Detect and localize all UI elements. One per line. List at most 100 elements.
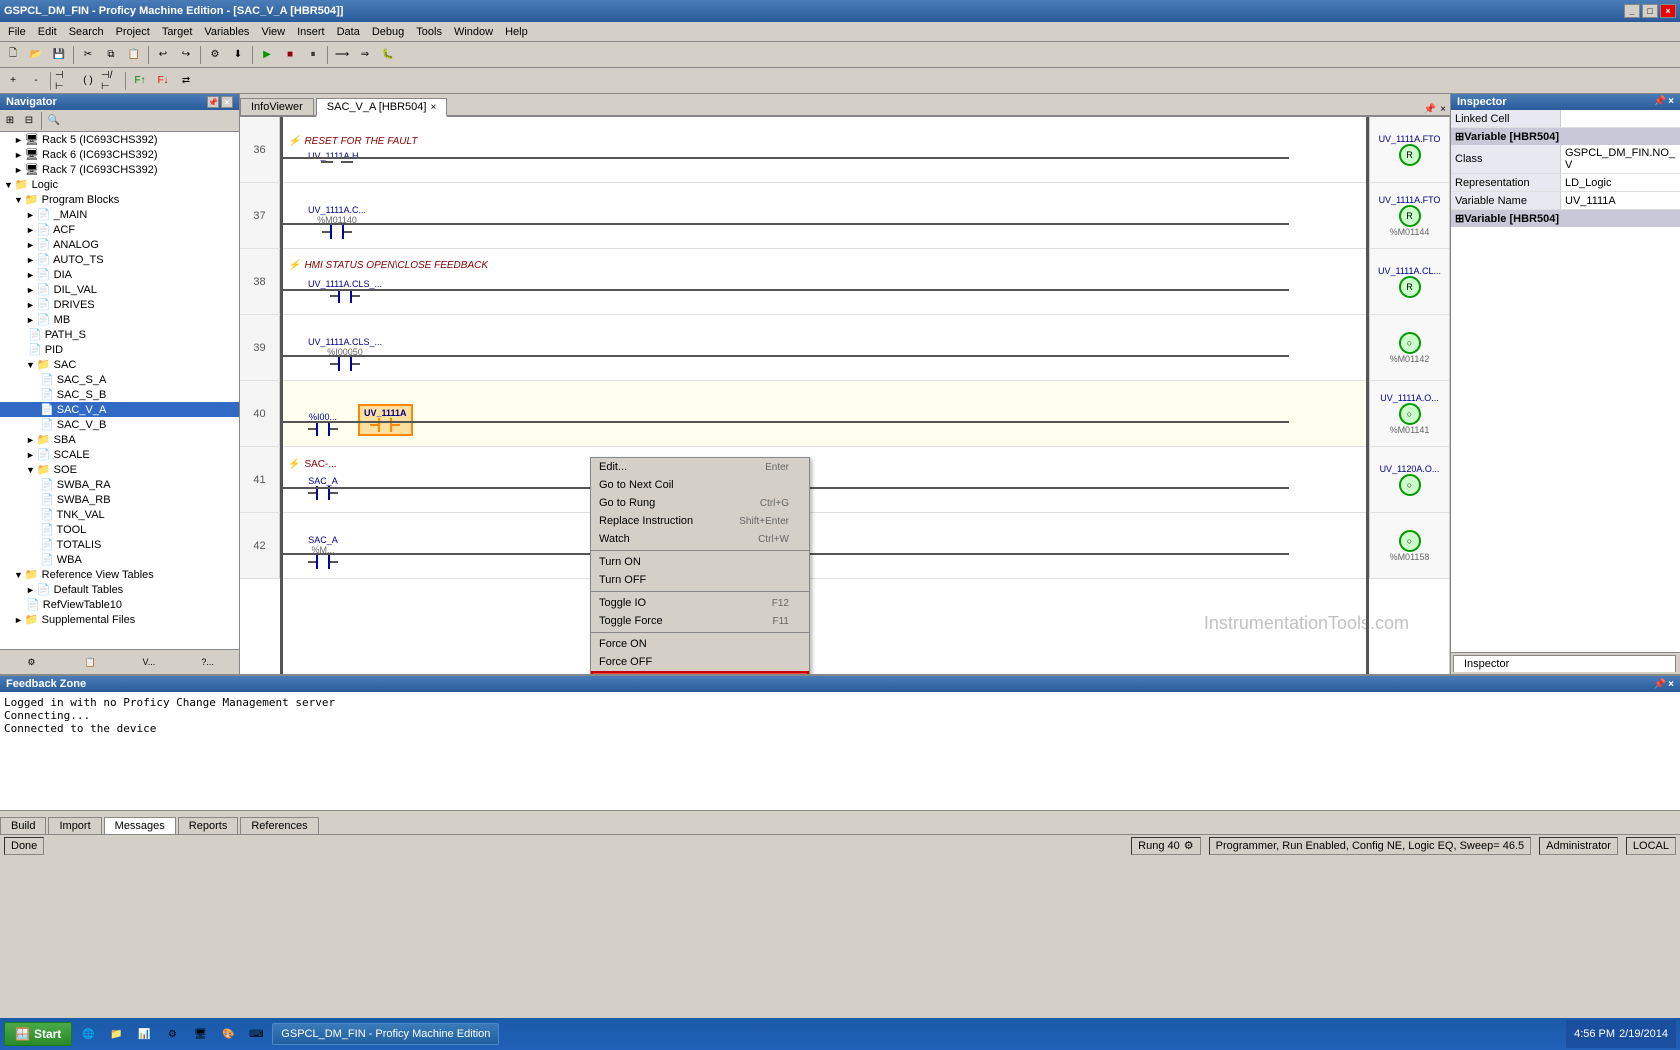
rung-content-36[interactable]: ⚡ RESET FOR THE FAULT UV_1111A.H... — [280, 117, 1369, 182]
tb-paste[interactable]: 📋 — [123, 45, 145, 65]
quicklaunch-paint[interactable]: 🎨 — [216, 1022, 240, 1046]
taskbar-proficy-app[interactable]: GSPCL_DM_FIN - Proficy Machine Edition — [272, 1023, 499, 1045]
contact-38-1[interactable]: UV_1111A.CLS_... — [308, 279, 382, 303]
menu-data[interactable]: Data — [331, 24, 366, 40]
ctx-turn-off[interactable]: Turn OFF — [591, 571, 809, 589]
tree-swba-ra[interactable]: 📄 SWBA_RA — [0, 477, 239, 492]
tab-inspector-bottom[interactable]: Inspector — [1453, 655, 1676, 672]
nav-tb-2[interactable]: ⊟ — [20, 112, 38, 130]
tree-sba[interactable]: ►📁 SBA — [0, 432, 239, 447]
coil-36[interactable]: R — [1399, 144, 1421, 166]
tb-coil[interactable]: ( ) — [77, 71, 99, 91]
tree-item[interactable]: ►🖥 Rack 5 (IC693CHS392) — [0, 132, 239, 147]
tb-norclose[interactable]: ⊣/⊢ — [100, 71, 122, 91]
inspector-close-icon[interactable]: × — [1668, 96, 1674, 108]
rung-content-40[interactable]: %I00... UV_1111A — [280, 381, 1369, 446]
coil-39[interactable]: ○ — [1399, 332, 1421, 354]
tree-soe[interactable]: ▼📁 SOE — [0, 462, 239, 477]
tree-tool[interactable]: 📄 TOOL — [0, 522, 239, 537]
tree-ref-table10[interactable]: 📄 RefViewTable10 — [0, 597, 239, 612]
tb-debug[interactable]: 🐛 — [377, 45, 399, 65]
feedback-pin-icon[interactable]: 📌 — [1654, 679, 1666, 690]
tb-force-off[interactable]: F↓ — [152, 71, 174, 91]
inspector-section-variable2[interactable]: ⊞Variable [HBR504] — [1451, 210, 1680, 227]
tree-dia[interactable]: ►📄 DIA — [0, 267, 239, 282]
ctx-edit[interactable]: Edit...Enter — [591, 458, 809, 476]
quicklaunch-cmd[interactable]: ⌨ — [244, 1022, 268, 1046]
ctx-force-off[interactable]: Force OFF — [591, 653, 809, 671]
ctx-remove-force[interactable]: Remove Force — [591, 671, 809, 674]
tab-close-x-icon[interactable]: × — [1440, 104, 1446, 115]
feedback-close-icon[interactable]: × — [1668, 679, 1674, 690]
contact-37-1[interactable]: UV_1111A.C... %M01140 — [308, 205, 366, 239]
ctx-goto-next-coil[interactable]: Go to Next Coil — [591, 476, 809, 494]
tree-mb[interactable]: ►📄 MB — [0, 312, 239, 327]
tb-save[interactable]: 💾 — [48, 45, 70, 65]
rung-content-39[interactable]: UV_1111A.CLS_... %I00050 — [280, 315, 1369, 380]
tree-sac-s-a[interactable]: 📄 SAC_S_A — [0, 372, 239, 387]
menu-window[interactable]: Window — [448, 24, 499, 40]
tree-item[interactable]: ►🖥 Rack 7 (IC693CHS392) — [0, 162, 239, 177]
tree-swba-rb[interactable]: 📄 SWBA_RB — [0, 492, 239, 507]
tree-wba[interactable]: 📄 WBA — [0, 552, 239, 567]
tab-build[interactable]: Build — [0, 817, 46, 834]
tree-sac[interactable]: ▼📁 SAC — [0, 357, 239, 372]
menu-view[interactable]: View — [255, 24, 291, 40]
ctx-force-on[interactable]: Force ON — [591, 635, 809, 653]
rung-content-41[interactable]: ⚡SAC-... SAC_A — [280, 447, 1369, 512]
ctx-watch[interactable]: WatchCtrl+W — [591, 530, 809, 548]
menu-search[interactable]: Search — [63, 24, 110, 40]
tree-pid[interactable]: 📄 PID — [0, 342, 239, 357]
tb-toggle[interactable]: ⇄ — [175, 71, 197, 91]
tab-reports[interactable]: Reports — [178, 817, 239, 834]
start-button[interactable]: 🪟 Start — [4, 1022, 72, 1046]
tree-logic[interactable]: ▼📁 Logic — [0, 177, 239, 192]
tree-tnk-val[interactable]: 📄 TNK_VAL — [0, 507, 239, 522]
ctx-turn-on[interactable]: Turn ON — [591, 553, 809, 571]
maximize-button[interactable]: □ — [1642, 4, 1658, 18]
contact-39-1[interactable]: UV_1111A.CLS_... %I00050 — [308, 337, 382, 371]
menu-insert[interactable]: Insert — [291, 24, 331, 40]
tab-infoviewer[interactable]: InfoViewer — [240, 98, 314, 115]
tab-pin-icon[interactable]: 📌 — [1424, 104, 1436, 115]
tab-references[interactable]: References — [240, 817, 318, 834]
tb-download[interactable]: ⬇ — [227, 45, 249, 65]
nav-tb-3[interactable]: 🔍 — [45, 112, 63, 130]
menu-target[interactable]: Target — [156, 24, 199, 40]
tb-undo[interactable]: ↩ — [152, 45, 174, 65]
tb-stop[interactable]: ■ — [279, 45, 301, 65]
nav-btn-4[interactable]: ?... — [193, 652, 223, 672]
tb-new[interactable]: 🗋 — [2, 45, 24, 65]
coil-41[interactable]: ○ — [1399, 474, 1421, 496]
tb-redo[interactable]: ↪ — [175, 45, 197, 65]
minimize-button[interactable]: _ — [1624, 4, 1640, 18]
menu-debug[interactable]: Debug — [366, 24, 410, 40]
inspector-pin-icon[interactable]: 📌 — [1654, 96, 1666, 108]
quicklaunch-folder[interactable]: 📁 — [104, 1022, 128, 1046]
rung-content-42[interactable]: SAC_A %M... — [280, 513, 1369, 578]
tree-totalis[interactable]: 📄 TOTALIS — [0, 537, 239, 552]
tree-analog[interactable]: ►📄 ANALOG — [0, 237, 239, 252]
tb-cut[interactable]: ✂ — [77, 45, 99, 65]
tree-item[interactable]: ►🖥 Rack 6 (IC693CHS392) — [0, 147, 239, 162]
nav-btn-3[interactable]: V... — [134, 652, 164, 672]
inspector-section-variable1[interactable]: ⊞Variable [HBR504] — [1451, 128, 1680, 145]
navigator-close[interactable]: × — [221, 96, 233, 108]
quicklaunch-proficy[interactable]: ⚙ — [160, 1022, 184, 1046]
ctx-goto-rung[interactable]: Go to RungCtrl+G — [591, 494, 809, 512]
tree-acf[interactable]: ►📄 ACF — [0, 222, 239, 237]
tb-copy[interactable]: ⧉ — [100, 45, 122, 65]
tree-program-blocks[interactable]: ▼📁 Program Blocks — [0, 192, 239, 207]
menu-tools[interactable]: Tools — [410, 24, 448, 40]
tree-dil-val[interactable]: ►📄 DIL_VAL — [0, 282, 239, 297]
inspector-value-class[interactable]: GSPCL_DM_FIN.NO_V — [1561, 145, 1680, 173]
tree-sac-s-b[interactable]: 📄 SAC_S_B — [0, 387, 239, 402]
tree-sac-v-b[interactable]: 📄 SAC_V_B — [0, 417, 239, 432]
tb-run[interactable]: ▶ — [256, 45, 278, 65]
contact-40-selected[interactable]: UV_1111A — [358, 404, 413, 436]
contact-42-1[interactable]: SAC_A %M... — [308, 535, 338, 569]
menu-project[interactable]: Project — [110, 24, 156, 40]
tree-default-tables[interactable]: ►📄 Default Tables — [0, 582, 239, 597]
tree-ref-view[interactable]: ▼📁 Reference View Tables — [0, 567, 239, 582]
contact-40-1[interactable]: %I00... — [308, 412, 338, 436]
